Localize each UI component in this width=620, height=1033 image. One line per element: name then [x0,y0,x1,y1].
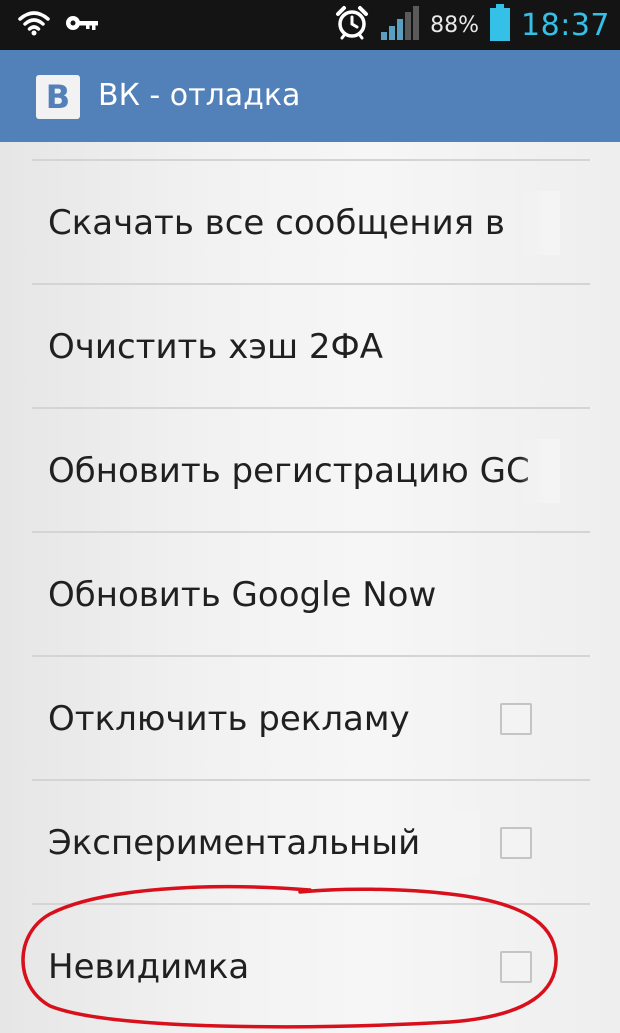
setting-download-all-messages[interactable]: Скачать все сообщения в [32,161,590,285]
setting-update-gcm-registration[interactable]: Обновить регистрацию GC [32,409,590,533]
clock: 18:37 [521,7,610,43]
battery-icon [489,4,511,46]
setting-experimental[interactable]: Экспериментальный [32,781,590,905]
key-icon [64,12,100,38]
setting-label: Скачать все сообщения в [48,203,505,243]
battery-percent: 88% [430,12,480,38]
status-bar-left [18,8,100,42]
setting-label: Отключить рекламу [48,699,410,739]
setting-label: Экспериментальный [48,823,421,863]
text-fade [520,439,560,503]
setting-invisible[interactable]: Невидимка [32,905,590,1029]
alarm-icon [334,5,370,45]
settings-list: Скачать все сообщения в Очистить хэш 2ФА… [0,142,620,1033]
invisible-checkbox[interactable] [500,951,532,983]
vk-logo-icon[interactable]: В [36,75,80,119]
setting-update-google-now[interactable]: Обновить Google Now [32,533,590,657]
setting-disable-ads[interactable]: Отключить рекламу [32,657,590,781]
signal-icon [380,5,420,45]
app-title: ВК - отладка [98,78,301,113]
status-bar: 88% 18:37 [0,0,620,50]
setting-label: Обновить Google Now [48,575,437,615]
setting-label: Невидимка [48,947,250,987]
setting-label: Обновить регистрацию GC [48,451,530,491]
experimental-checkbox[interactable] [500,827,532,859]
action-bar: В ВК - отладка [0,50,620,142]
text-fade [440,811,480,875]
setting-label: Очистить хэш 2ФА [48,327,384,367]
setting-clear-2fa-hash[interactable]: Очистить хэш 2ФА [32,285,590,409]
text-fade [520,191,560,255]
disable-ads-checkbox[interactable] [500,703,532,735]
status-bar-right: 88% 18:37 [334,4,610,46]
wifi-icon [18,10,50,40]
